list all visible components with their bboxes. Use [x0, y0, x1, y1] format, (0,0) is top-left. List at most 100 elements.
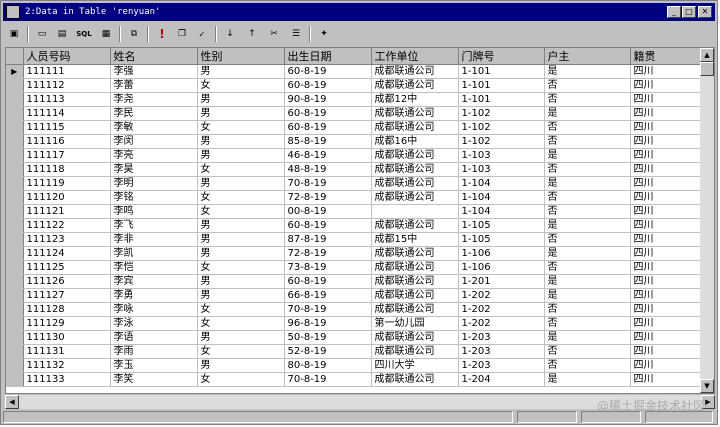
column-header[interactable]: 籍贯: [630, 48, 703, 65]
table-cell[interactable]: 成都联通公司: [371, 218, 459, 233]
table-cell[interactable]: 李凯: [110, 246, 198, 261]
table-cell[interactable]: 1-204: [458, 372, 545, 387]
table-cell[interactable]: 1-104: [458, 190, 545, 205]
scroll-left-icon[interactable]: ◀: [5, 395, 19, 409]
table-cell[interactable]: 1-103: [458, 162, 545, 177]
vertical-scrollbar[interactable]: ▲ ▼: [700, 48, 714, 393]
form-view-icon[interactable]: ▭: [33, 25, 51, 43]
table-cell[interactable]: 李明: [110, 176, 198, 191]
table-row[interactable]: 111130 李语男 50-8-19 成都联通公司 1-203 是四川: [6, 330, 703, 345]
table-cell[interactable]: 60-8-19: [284, 106, 372, 121]
row-selector[interactable]: [6, 316, 24, 331]
row-selector[interactable]: [6, 288, 24, 303]
table-cell[interactable]: 李飞: [110, 218, 198, 233]
table-cell[interactable]: 否: [544, 232, 631, 247]
table-cell[interactable]: 女: [197, 78, 285, 93]
table-cell[interactable]: 男: [197, 64, 285, 79]
filter-icon[interactable]: ⧉: [125, 25, 143, 43]
row-selector[interactable]: [6, 260, 24, 275]
table-cell[interactable]: 1-105: [458, 218, 545, 233]
table-cell[interactable]: 男: [197, 288, 285, 303]
table-cell[interactable]: 李亮: [110, 148, 198, 163]
table-row[interactable]: 111116 李闵男 85-8-19 成都16中 1-102 否四川: [6, 134, 703, 149]
table-cell[interactable]: 否: [544, 92, 631, 107]
row-selector[interactable]: [6, 78, 24, 93]
table-cell[interactable]: 女: [197, 372, 285, 387]
table-cell[interactable]: 50-8-19: [284, 330, 372, 345]
table-cell[interactable]: 四川: [630, 78, 703, 93]
table-cell[interactable]: 72-8-19: [284, 246, 372, 261]
column-header[interactable]: 门牌号: [458, 48, 545, 65]
table-cell[interactable]: 80-8-19: [284, 358, 372, 373]
table-cell[interactable]: 李雨: [110, 344, 198, 359]
table-cell[interactable]: 李咏: [110, 302, 198, 317]
table-cell[interactable]: 1-203: [458, 330, 545, 345]
table-cell[interactable]: 成都联通公司: [371, 302, 459, 317]
table-cell[interactable]: 四川: [630, 260, 703, 275]
table-cell[interactable]: 46-8-19: [284, 148, 372, 163]
table-cell[interactable]: 85-8-19: [284, 134, 372, 149]
row-selector[interactable]: [6, 274, 24, 289]
table-cell[interactable]: 1-201: [458, 274, 545, 289]
table-cell[interactable]: 111131: [23, 344, 111, 359]
data-grid[interactable]: 人员号码 姓名 性别 出生日期 工作单位 门牌号 户主 籍贯 ▶ 111111 李强男 60-8-1…: [5, 47, 715, 394]
table-cell[interactable]: 四川: [630, 330, 703, 345]
spellcheck-icon[interactable]: ✓: [193, 25, 211, 43]
table-cell[interactable]: 成都联通公司: [371, 344, 459, 359]
table-cell[interactable]: 四川: [630, 344, 703, 359]
table-cell[interactable]: 否: [544, 302, 631, 317]
table-row[interactable]: 111121 李鸣女 00-8-19 1-104 否四川: [6, 204, 703, 219]
table-row[interactable]: 111131 李雨女 52-8-19 成都联通公司 1-203 否四川: [6, 344, 703, 359]
table-row[interactable]: 111114 李民男 60-8-19 成都联通公司 1-102 是四川: [6, 106, 703, 121]
table-cell[interactable]: 是: [544, 218, 631, 233]
table-cell[interactable]: 1-106: [458, 246, 545, 261]
table-cell[interactable]: 李勇: [110, 288, 198, 303]
table-cell[interactable]: 女: [197, 162, 285, 177]
table-row[interactable]: 111129 李泳女 96-8-19 第一幼儿园 1-202 否四川: [6, 316, 703, 331]
row-selector[interactable]: [6, 218, 24, 233]
copy-icon[interactable]: ❐: [173, 25, 191, 43]
table-cell[interactable]: 李语: [110, 330, 198, 345]
table-cell[interactable]: 是: [544, 246, 631, 261]
table-cell[interactable]: 成都16中: [371, 134, 459, 149]
table-cell[interactable]: 否: [544, 260, 631, 275]
table-cell[interactable]: 李昊: [110, 162, 198, 177]
query-icon[interactable]: ▦: [97, 25, 115, 43]
table-row[interactable]: 111126 李宾男 60-8-19 成都联通公司 1-201 是四川: [6, 274, 703, 289]
table-cell[interactable]: 否: [544, 78, 631, 93]
table-cell[interactable]: 111111: [23, 64, 111, 79]
table-row[interactable]: 111128 李咏女 70-8-19 成都联通公司 1-202 否四川: [6, 302, 703, 317]
table-cell[interactable]: 成都联通公司: [371, 372, 459, 387]
table-cell[interactable]: 成都联通公司: [371, 64, 459, 79]
table-cell[interactable]: 四川: [630, 162, 703, 177]
table-cell[interactable]: 李强: [110, 64, 198, 79]
table-cell[interactable]: 1-101: [458, 78, 545, 93]
row-selector[interactable]: [6, 162, 24, 177]
table-cell[interactable]: 男: [197, 134, 285, 149]
table-cell[interactable]: 60-8-19: [284, 218, 372, 233]
table-cell[interactable]: 90-8-19: [284, 92, 372, 107]
row-selector[interactable]: [6, 106, 24, 121]
table-cell[interactable]: 成都联通公司: [371, 78, 459, 93]
table-cell[interactable]: 1-103: [458, 148, 545, 163]
table-cell[interactable]: [371, 204, 459, 219]
table-row[interactable]: 111113 李尧男 90-8-19 成都12中 1-101 否四川: [6, 92, 703, 107]
table-cell[interactable]: 四川: [630, 190, 703, 205]
grid-view-icon[interactable]: ▤: [53, 25, 71, 43]
table-cell[interactable]: 四川: [630, 148, 703, 163]
table-cell[interactable]: 男: [197, 246, 285, 261]
table-cell[interactable]: 男: [197, 92, 285, 107]
table-cell[interactable]: 否: [544, 316, 631, 331]
table-cell[interactable]: 李鸣: [110, 204, 198, 219]
table-cell[interactable]: 四川: [630, 274, 703, 289]
table-cell[interactable]: 男: [197, 148, 285, 163]
table-cell[interactable]: 成都15中: [371, 232, 459, 247]
table-cell[interactable]: 是: [544, 64, 631, 79]
row-selector[interactable]: [6, 92, 24, 107]
sort-asc-icon[interactable]: ↓: [221, 25, 239, 43]
table-cell[interactable]: 87-8-19: [284, 232, 372, 247]
table-cell[interactable]: 111125: [23, 260, 111, 275]
properties-icon[interactable]: ▣: [5, 25, 23, 43]
table-cell[interactable]: 111117: [23, 148, 111, 163]
table-cell[interactable]: 1-101: [458, 92, 545, 107]
